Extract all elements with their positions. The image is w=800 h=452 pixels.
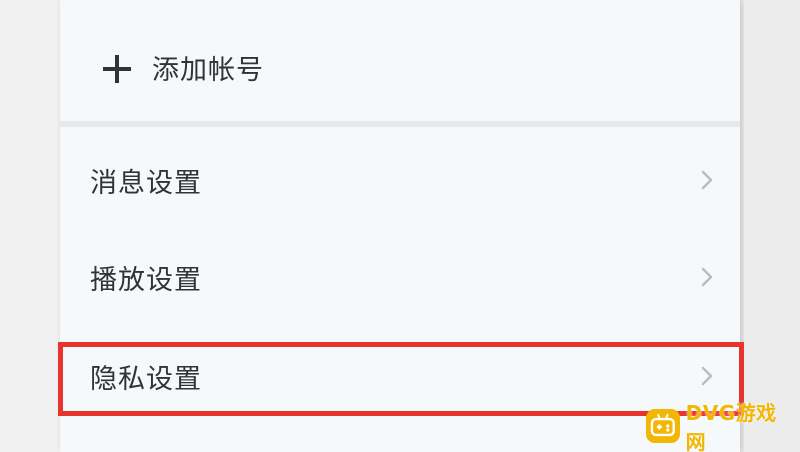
settings-item-playback[interactable]: 播放设置 [60, 228, 740, 324]
plus-icon [103, 55, 131, 83]
chevron-right-icon [701, 267, 713, 287]
settings-item-label: 消息设置 [90, 168, 202, 199]
watermark-text: DVG游戏网 [685, 401, 777, 452]
add-account-button[interactable]: 添加帐号 [60, 20, 740, 118]
settings-item-label: 隐私设置 [90, 364, 202, 395]
settings-item-label: 播放设置 [90, 265, 202, 296]
left-background [0, 0, 60, 452]
chevron-right-icon [701, 366, 713, 386]
settings-item-privacy[interactable]: 隐私设置 [60, 327, 740, 423]
section-divider [60, 121, 740, 127]
watermark: DVG游戏网 [646, 401, 796, 452]
settings-item-messages[interactable]: 消息设置 [60, 131, 740, 227]
right-background [744, 0, 800, 452]
add-account-label: 添加帐号 [152, 55, 264, 86]
screen: 添加帐号 消息设置 播放设置 隐私设置 DVG游戏网 [0, 0, 800, 452]
chevron-right-icon [701, 170, 713, 190]
gamepad-logo-icon [646, 409, 680, 443]
settings-panel: 添加帐号 消息设置 播放设置 隐私设置 [60, 0, 740, 452]
